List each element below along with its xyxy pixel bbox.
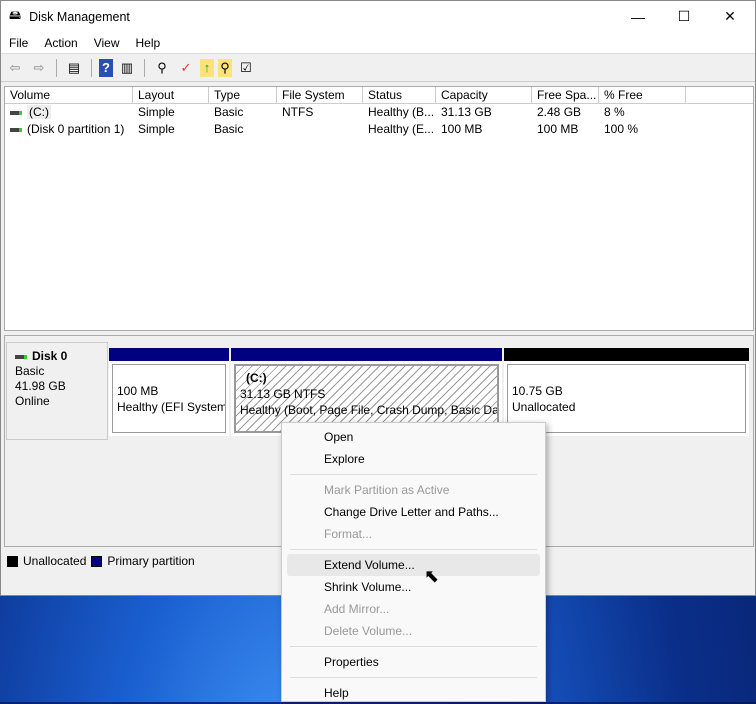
drive-icon xyxy=(10,127,22,132)
back-icon[interactable]: ⇦ xyxy=(5,59,25,77)
mouse-cursor-icon: ⬉ xyxy=(424,566,440,586)
menu-file[interactable]: File xyxy=(1,36,36,50)
menu-separator xyxy=(290,549,537,550)
cell-volume: (Disk 0 partition 1) xyxy=(27,122,125,136)
legend: Unallocated Primary partition xyxy=(7,554,195,568)
partition-size: 100 MB xyxy=(117,384,159,398)
cell-free-space: 2.48 GB xyxy=(537,105,582,119)
partition-efi[interactable]: 100 MB Healthy (EFI System xyxy=(109,348,229,436)
cell-layout: Simple xyxy=(138,105,175,119)
menu-shrink-volume[interactable]: Shrink Volume... xyxy=(287,576,540,598)
menu-add-mirror: Add Mirror... xyxy=(324,602,390,616)
col-type[interactable]: Type xyxy=(209,87,277,103)
partition-status: Healthy (Boot, Page File, Crash Dump, Ba… xyxy=(240,403,499,417)
toolbar: ⇦ ⇨ ▤ ? ▥ ⚲ ✓ ↑ ⚲ ☑ xyxy=(1,54,755,82)
cell-status: Healthy (B... xyxy=(368,105,435,119)
menu-delete-volume: Delete Volume... xyxy=(324,624,413,638)
col-capacity[interactable]: Capacity xyxy=(436,87,532,103)
disk-name: Disk 0 xyxy=(32,349,68,363)
menu-properties[interactable]: Properties xyxy=(287,651,540,673)
disk-status: Online xyxy=(15,394,50,408)
check-icon[interactable]: ✓ xyxy=(176,59,196,77)
drive-icon xyxy=(10,110,22,115)
primary-partition-bar xyxy=(109,348,229,361)
forward-icon[interactable]: ⇨ xyxy=(29,59,49,77)
partition-size: 31.13 GB NTFS xyxy=(240,387,326,401)
table-row[interactable]: (Disk 0 partition 1) Simple Basic Health… xyxy=(5,121,753,138)
cell-percent-free: 8 % xyxy=(604,105,625,119)
col-status[interactable]: Status xyxy=(363,87,436,103)
cell-volume: (C:) xyxy=(27,105,51,119)
app-icon: 🖴 xyxy=(9,8,22,22)
separator xyxy=(56,58,57,77)
menu-view[interactable]: View xyxy=(86,36,128,50)
list-header: Volume Layout Type File System Status Ca… xyxy=(5,87,753,104)
partition-status: Healthy (EFI System xyxy=(117,400,226,414)
menu-open[interactable]: Open xyxy=(287,426,540,448)
col-volume[interactable]: Volume xyxy=(5,87,133,103)
help-icon[interactable]: ? xyxy=(99,58,113,77)
minimize-button[interactable]: — xyxy=(615,1,661,32)
col-percent-free[interactable]: % Free xyxy=(599,87,686,103)
menu-bar: File Action View Help xyxy=(1,32,755,54)
volume-list: Volume Layout Type File System Status Ca… xyxy=(4,86,754,331)
cell-capacity: 100 MB xyxy=(441,122,483,136)
close-button[interactable]: ✕ xyxy=(707,1,753,32)
context-menu: Open Explore Mark Partition as Active Ch… xyxy=(281,422,546,702)
maximize-button[interactable]: ☐ xyxy=(661,1,707,32)
partition-status: Unallocated xyxy=(512,400,576,414)
title-bar: 🖴 Disk Management — ☐ ✕ xyxy=(1,1,755,32)
connect-icon[interactable]: ⚲ xyxy=(152,59,172,77)
disk-size: 41.98 GB xyxy=(15,379,66,393)
separator xyxy=(144,58,145,77)
search-icon[interactable]: ⚲ xyxy=(218,58,232,77)
menu-separator xyxy=(290,474,537,475)
cell-type: Basic xyxy=(214,122,244,136)
cell-layout: Simple xyxy=(138,122,175,136)
menu-help[interactable]: Help xyxy=(128,36,169,50)
action-pane-icon[interactable]: ▥ xyxy=(117,59,137,77)
menu-extend-volume[interactable]: Extend Volume... xyxy=(287,554,540,576)
properties-icon[interactable]: ☑ xyxy=(236,59,256,77)
menu-mark-active: Mark Partition as Active xyxy=(324,483,450,497)
upload-icon[interactable]: ↑ xyxy=(200,58,214,77)
unallocated-bar xyxy=(504,348,749,361)
primary-swatch xyxy=(91,555,103,567)
table-row[interactable]: (C:) Simple Basic NTFS Healthy (B... 31.… xyxy=(5,104,753,121)
menu-separator xyxy=(290,677,537,678)
disk-icon xyxy=(15,354,27,359)
cell-file-system: NTFS xyxy=(282,105,314,119)
window-title: Disk Management xyxy=(29,9,130,24)
disk-type: Basic xyxy=(15,364,45,378)
menu-help[interactable]: Help xyxy=(287,682,540,704)
separator xyxy=(91,58,92,77)
partition-title: (C:) xyxy=(246,371,267,385)
col-layout[interactable]: Layout xyxy=(133,87,209,103)
menu-format: Format... xyxy=(324,527,373,541)
cell-file-system xyxy=(277,121,363,138)
legend-unallocated: Unallocated xyxy=(23,554,87,568)
menu-action[interactable]: Action xyxy=(36,36,85,50)
cell-percent-free: 100 % xyxy=(604,122,639,136)
menu-explore[interactable]: Explore xyxy=(287,448,540,470)
menu-change-drive-letter[interactable]: Change Drive Letter and Paths... xyxy=(287,501,540,523)
cell-status: Healthy (E... xyxy=(368,122,435,136)
col-file-system[interactable]: File System xyxy=(277,87,363,103)
unallocated-swatch xyxy=(7,555,18,567)
cell-capacity: 31.13 GB xyxy=(441,105,492,119)
primary-partition-bar xyxy=(231,348,502,361)
col-free-space[interactable]: Free Spa... xyxy=(532,87,599,103)
legend-primary: Primary partition xyxy=(107,554,195,568)
menu-separator xyxy=(290,646,537,647)
cell-type: Basic xyxy=(214,105,244,119)
partition-size: 10.75 GB xyxy=(512,384,563,398)
cell-free-space: 100 MB xyxy=(537,122,579,136)
disk-0-label[interactable]: Disk 0 Basic 41.98 GB Online xyxy=(6,342,108,440)
console-tree-icon[interactable]: ▤ xyxy=(64,59,84,77)
